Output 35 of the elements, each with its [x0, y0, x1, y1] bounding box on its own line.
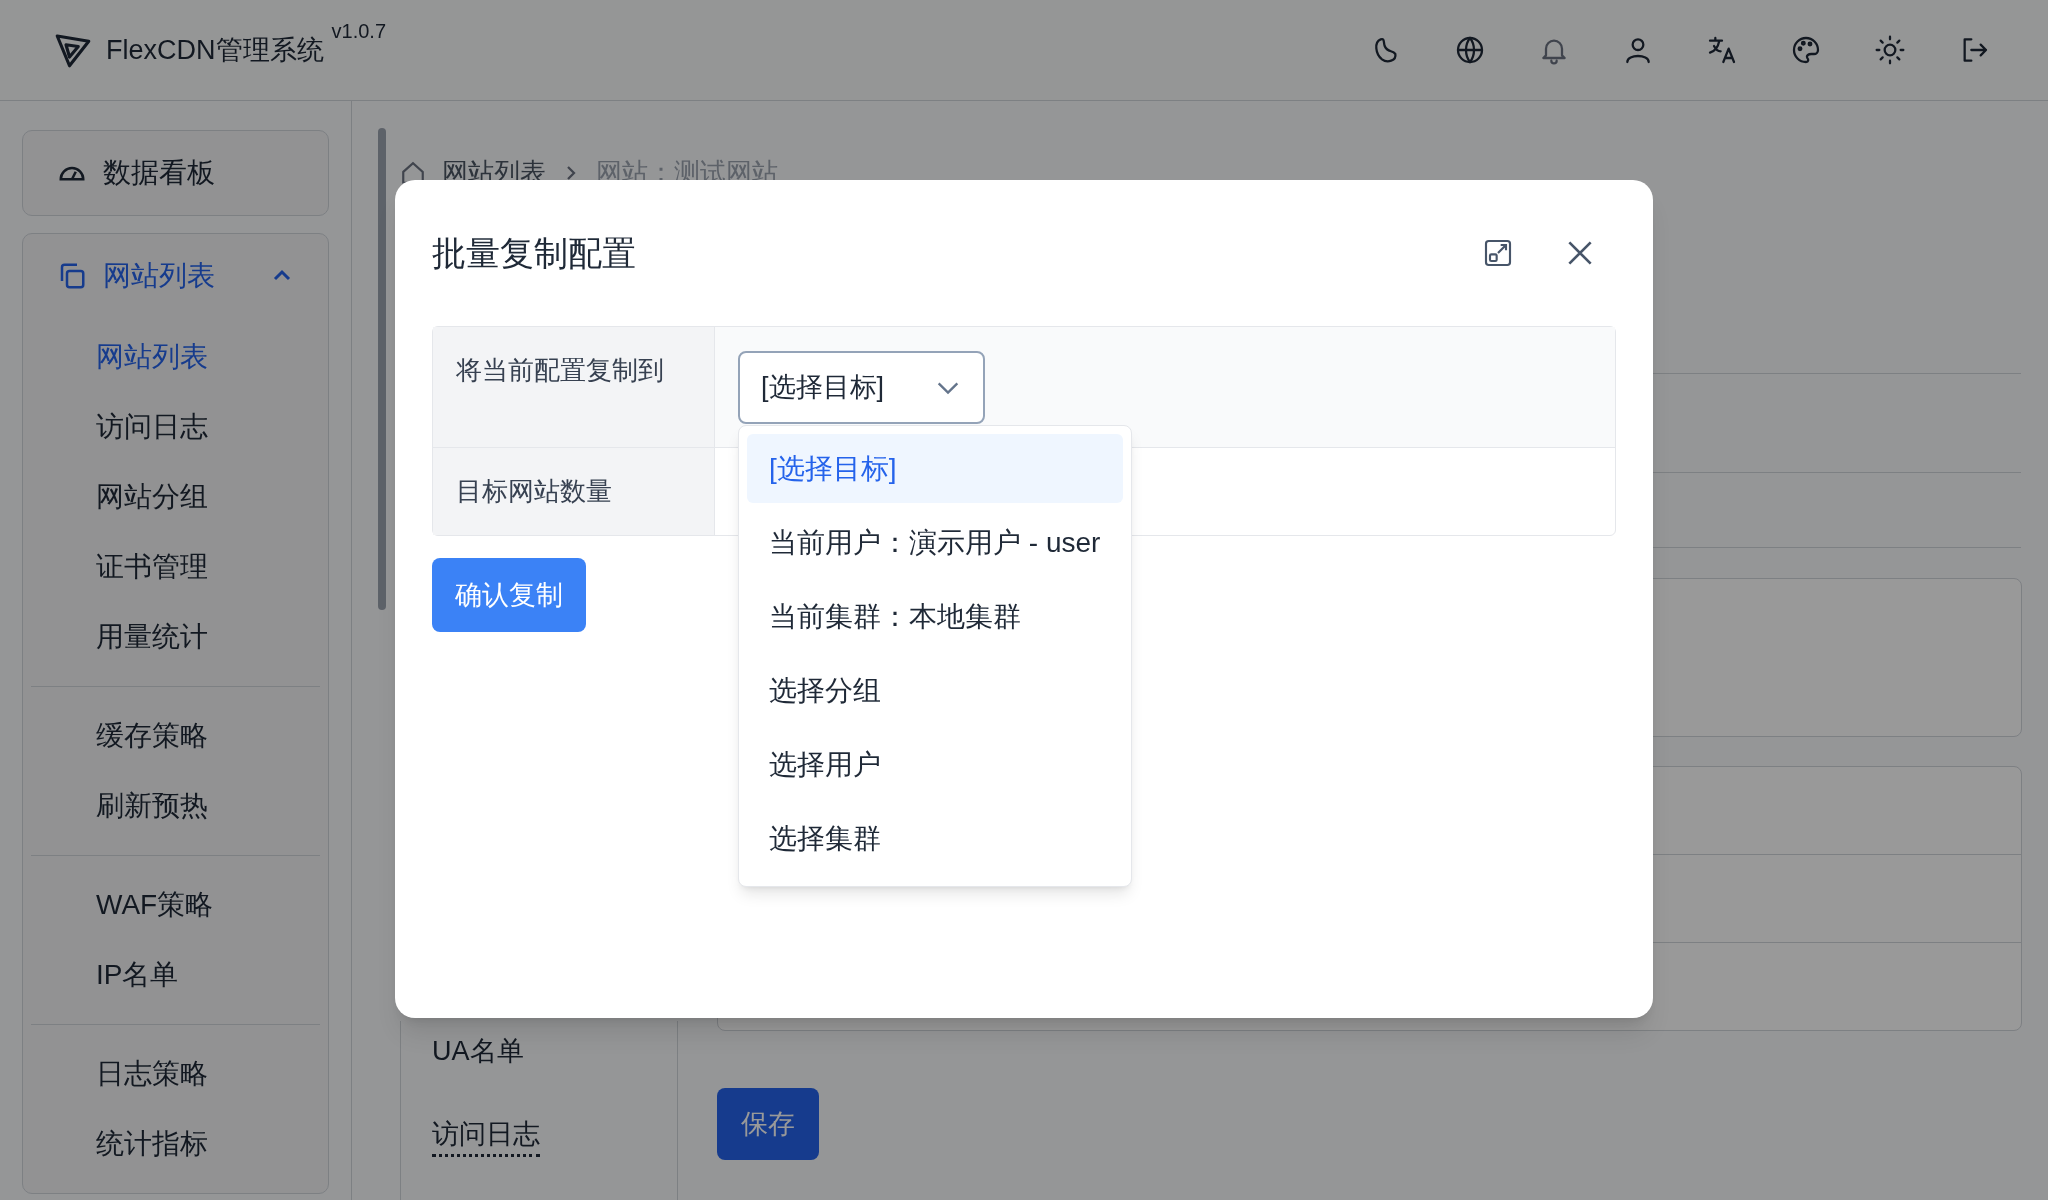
palette-icon[interactable]: [1790, 34, 1822, 66]
menu-item[interactable]: UA名单: [432, 1031, 524, 1072]
sidebar-item[interactable]: 日志策略: [96, 1039, 255, 1109]
target-select[interactable]: [选择目标]: [738, 351, 985, 424]
globe-icon[interactable]: [1454, 34, 1486, 66]
sidebar-item[interactable]: 网站分组: [96, 462, 255, 532]
sidebar-item[interactable]: 刷新预热: [96, 771, 255, 841]
translate-icon[interactable]: [1706, 34, 1738, 66]
sidebar-group-header[interactable]: 网站列表: [23, 234, 328, 318]
save-button[interactable]: 保存: [717, 1088, 819, 1160]
sidebar-item[interactable]: 证书管理: [96, 532, 255, 602]
dropdown-option[interactable]: [选择目标]: [747, 434, 1123, 503]
dropdown-option[interactable]: 选择分组: [747, 656, 1123, 725]
scrollbar[interactable]: [378, 128, 386, 610]
confirm-button[interactable]: 确认复制: [432, 558, 586, 632]
dropdown-option[interactable]: 当前用户：演示用户 - user: [747, 508, 1123, 577]
dropdown-option[interactable]: 选择集群: [747, 804, 1123, 873]
sidebar-item[interactable]: IP名单: [96, 940, 255, 1010]
dropdown-option[interactable]: 当前集群：本地集群: [747, 582, 1123, 651]
sidebar-item[interactable]: 缓存策略: [96, 701, 255, 771]
maximize-icon[interactable]: [1482, 237, 1514, 269]
field-label: 将当前配置复制到: [456, 355, 664, 385]
sidebar-item[interactable]: 统计指标: [96, 1109, 255, 1179]
sidebar-item[interactable]: 访问日志: [96, 392, 255, 462]
sidebar-item[interactable]: WAF策略: [96, 870, 255, 940]
sidebar-item[interactable]: 网站列表: [96, 322, 255, 392]
dialog-title: 批量复制配置: [432, 232, 636, 274]
sidebar-item[interactable]: 用量统计: [96, 602, 255, 672]
dropdown-option[interactable]: 选择用户: [747, 730, 1123, 799]
app-title: FlexCDN管理系统: [106, 33, 324, 67]
menu-item[interactable]: 访问日志: [432, 1113, 540, 1157]
version-label: v1.0.7: [331, 19, 386, 44]
field-label: 目标网站数量: [456, 475, 612, 508]
sun-icon[interactable]: [1874, 34, 1906, 66]
sidebar-item[interactable]: 数据看板: [23, 131, 328, 215]
